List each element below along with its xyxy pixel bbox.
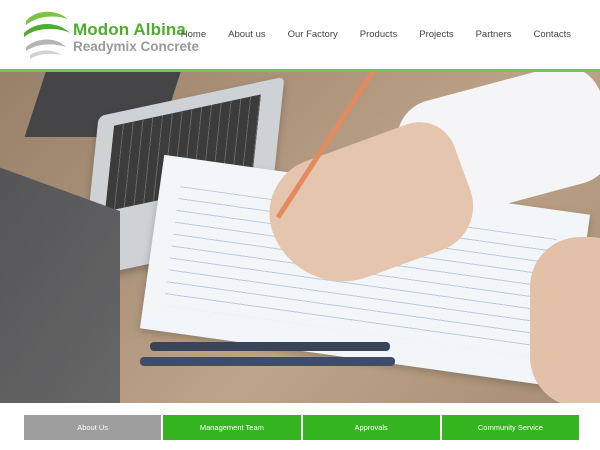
tab-community-service[interactable]: Community Service: [441, 415, 579, 440]
section-tabs: About Us Management Team Approvals Commu…: [24, 415, 579, 440]
tab-management-team[interactable]: Management Team: [163, 415, 301, 440]
nav-partners[interactable]: Partners: [476, 29, 512, 41]
brand-name: Modon Albina: [73, 20, 186, 39]
nav-projects[interactable]: Projects: [419, 29, 453, 41]
swoosh-logo-icon: [24, 11, 70, 59]
logo-link[interactable]: Modon Albina Readymix Concrete: [22, 7, 199, 63]
nav-home[interactable]: Home: [181, 29, 206, 41]
nav-our-factory[interactable]: Our Factory: [288, 29, 338, 41]
brand-tagline: Readymix Concrete: [73, 39, 200, 54]
hero-tint-overlay: [0, 72, 600, 403]
tab-approvals[interactable]: Approvals: [302, 415, 440, 440]
hero-image: [0, 72, 600, 403]
nav-contacts[interactable]: Contacts: [534, 29, 572, 41]
tab-about-us[interactable]: About Us: [24, 415, 162, 440]
main-nav: Home About us Our Factory Products Proje…: [181, 29, 571, 41]
nav-about-us[interactable]: About us: [228, 29, 266, 41]
nav-products[interactable]: Products: [360, 29, 398, 41]
site-header: Modon Albina Readymix Concrete Home Abou…: [0, 0, 600, 69]
